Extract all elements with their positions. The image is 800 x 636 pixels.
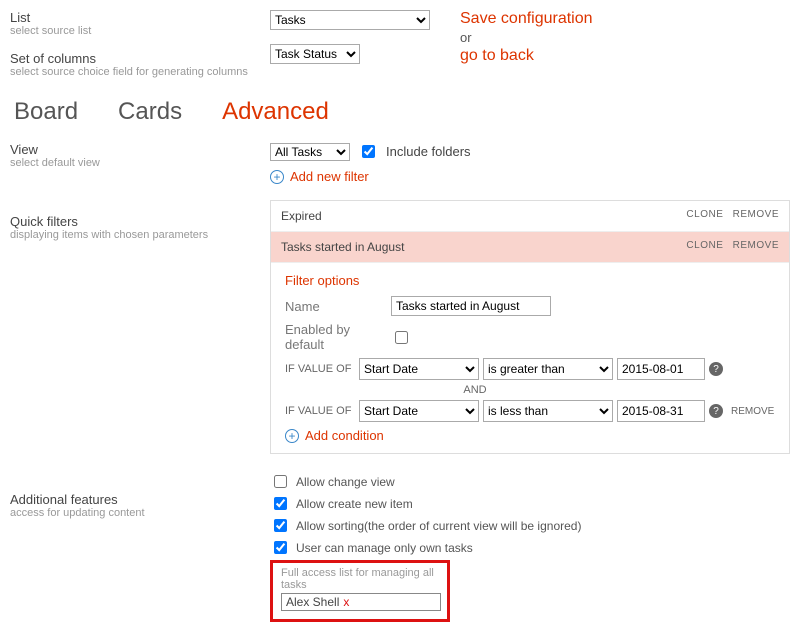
condition-value-input[interactable] [617,400,705,422]
allow-change-view-checkbox[interactable] [274,475,287,488]
additional-features-hint: access for updating content [10,507,270,519]
filter-name: Expired [281,209,322,223]
add-condition-link[interactable]: + Add condition [285,428,775,443]
cols-hint: select source choice field for generatin… [10,66,270,78]
plus-icon: + [285,429,299,443]
filter-options-title: Filter options [285,273,775,288]
clone-button[interactable]: CLONE [686,209,723,220]
manage-own-label: User can manage only own tasks [296,541,473,555]
if-value-label: IF VALUE OF [285,405,355,417]
or-text: or [460,30,593,45]
remove-button[interactable]: REMOVE [733,240,779,251]
cols-label: Set of columns [10,51,270,66]
condition-field-select[interactable]: Start Date [359,400,479,422]
tab-cards[interactable]: Cards [118,98,182,126]
name-label: Name [285,299,385,314]
list-hint: select source list [10,25,270,37]
allow-create-checkbox[interactable] [274,497,287,510]
full-access-box: Full access list for managing all tasks … [270,560,450,622]
full-access-hint: Full access list for managing all tasks [281,567,439,591]
tab-advanced[interactable]: Advanced [222,98,329,126]
allow-sorting-checkbox[interactable] [274,519,287,532]
add-filter-link[interactable]: + Add new filter [270,169,790,184]
add-condition-text: Add condition [305,428,384,443]
condition-op-select[interactable]: is greater than [483,358,613,380]
list-select[interactable]: Tasks [270,10,430,30]
plus-icon: + [270,170,284,184]
manage-own-checkbox[interactable] [274,541,287,554]
columns-select[interactable]: Task Status [270,44,360,64]
filter-item-august[interactable]: Tasks started in August CLONE REMOVE [271,232,789,263]
view-hint: select default view [10,157,270,169]
include-folders-checkbox[interactable] [362,145,375,158]
additional-features-label: Additional features [10,492,270,507]
enabled-default-checkbox[interactable] [395,331,408,344]
remove-button[interactable]: REMOVE [733,209,779,220]
remove-condition-link[interactable]: REMOVE [731,406,774,417]
filter-name: Tasks started in August [281,240,404,254]
allow-create-label: Allow create new item [296,497,413,511]
clone-button[interactable]: CLONE [686,240,723,251]
filter-options-panel: Filter options Name Enabled by default I… [271,263,789,453]
user-chip[interactable]: Alex Shell x [281,593,441,611]
quickfilters-label: Quick filters [10,214,270,229]
filter-item-expired[interactable]: Expired CLONE REMOVE [271,201,789,232]
filter-name-input[interactable] [391,296,551,316]
save-config-link[interactable]: Save configuration [460,10,593,28]
condition-op-select[interactable]: is less than [483,400,613,422]
quickfilters-hint: displaying items with chosen parameters [10,229,270,241]
condition-value-input[interactable] [617,358,705,380]
add-filter-text: Add new filter [290,169,369,184]
view-label: View [10,142,270,157]
help-icon[interactable]: ? [709,404,723,418]
and-label: AND [285,384,775,396]
help-icon[interactable]: ? [709,362,723,376]
remove-user-icon[interactable]: x [343,595,349,609]
tab-board[interactable]: Board [14,98,78,126]
allow-change-view-label: Allow change view [296,475,395,489]
go-back-link[interactable]: go to back [460,47,593,65]
view-select[interactable]: All Tasks [270,143,350,161]
if-value-label: IF VALUE OF [285,363,355,375]
filter-list: Expired CLONE REMOVE Tasks started in Au… [270,200,790,454]
enabled-label: Enabled by default [285,322,385,352]
user-name: Alex Shell [286,595,339,609]
condition-field-select[interactable]: Start Date [359,358,479,380]
allow-sorting-label: Allow sorting(the order of current view … [296,519,581,533]
tabs: Board Cards Advanced [10,94,790,130]
list-label: List [10,10,270,25]
include-folders-label: Include folders [386,144,471,159]
